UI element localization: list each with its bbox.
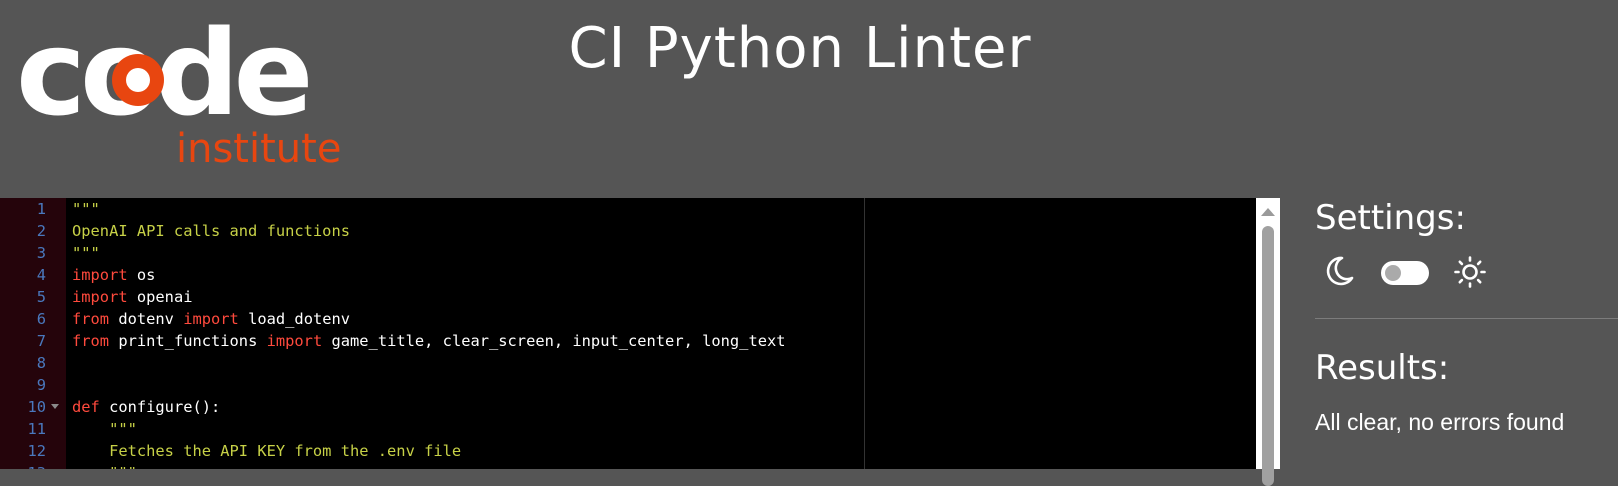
keyword-token: import	[183, 310, 239, 328]
sun-icon[interactable]	[1453, 255, 1487, 289]
code-token: openai	[127, 288, 193, 306]
code-text: def configure():	[72, 396, 220, 418]
line-number: 12	[27, 442, 46, 460]
code-text: """	[72, 242, 100, 264]
code-line[interactable]: 8	[0, 352, 1250, 374]
line-number: 10	[27, 398, 46, 416]
theme-toggle[interactable]	[1381, 261, 1429, 285]
code-line[interactable]: 7 from print_functions import game_title,…	[0, 330, 1250, 352]
code-line[interactable]: 2 OpenAI API calls and functions	[0, 220, 1250, 242]
code-line[interactable]: 6 from dotenv import load_dotenv	[0, 308, 1250, 330]
scroll-up-arrow-icon[interactable]	[1261, 208, 1275, 216]
line-number: 2	[36, 222, 46, 240]
header: code institute CI Python Linter	[0, 0, 1618, 198]
code-line[interactable]: 9	[0, 374, 1250, 396]
code-text: """	[72, 198, 100, 220]
code-text: """	[72, 418, 137, 440]
divider	[1315, 318, 1618, 319]
code-lines[interactable]: 1 """ 2 OpenAI API calls and functions 3 """ 4…	[0, 198, 1250, 469]
code-editor[interactable]: 1 """ 2 OpenAI API calls and functions 3 """ 4…	[0, 198, 1280, 469]
results-message: All clear, no errors found	[1315, 409, 1565, 435]
editor-scrollbar[interactable]	[1256, 198, 1280, 486]
code-text: from print_functions import game_title, …	[72, 330, 786, 352]
line-number: 6	[36, 310, 46, 328]
keyword-token: import	[72, 266, 128, 284]
code-text: OpenAI API calls and functions	[72, 220, 350, 242]
code-line[interactable]: 12 Fetches the API KEY from the .env fil…	[0, 440, 1250, 462]
code-text: Fetches the API KEY from the .env file	[72, 440, 461, 462]
page-title: CI Python Linter	[568, 16, 1032, 81]
keyword-token: from	[72, 310, 110, 328]
string-token: Fetches the API KEY from the .env file	[72, 442, 462, 460]
code-token: game_title, clear_screen, input_center, …	[322, 332, 786, 350]
toggle-knob	[1385, 265, 1401, 281]
code-token: os	[127, 266, 156, 284]
moon-icon[interactable]	[1322, 254, 1356, 288]
code-token: dotenv	[109, 310, 184, 328]
code-line[interactable]: 10 def configure():	[0, 396, 1250, 418]
code-line[interactable]: 11 """	[0, 418, 1250, 440]
line-number: 1	[36, 200, 46, 218]
code-text: """	[72, 462, 137, 469]
string-token: """	[72, 464, 137, 469]
code-text: from dotenv import load_dotenv	[72, 308, 350, 330]
side-panel: Settings: Results: All clear, no errors …	[1280, 198, 1618, 469]
line-number: 11	[27, 420, 46, 438]
line-number: 13	[0, 462, 46, 469]
svg-text:institute: institute	[176, 126, 341, 172]
string-token: OpenAI API calls and functions	[72, 222, 350, 240]
code-line[interactable]: 1 """	[0, 198, 1250, 220]
keyword-token: def	[72, 398, 100, 416]
line-number: 3	[36, 244, 46, 262]
code-text: import os	[72, 264, 155, 286]
code-line[interactable]: 5 import openai	[0, 286, 1250, 308]
fold-arrow-icon[interactable]	[51, 404, 59, 409]
string-token: """	[72, 420, 137, 438]
results-heading: Results:	[1315, 348, 1450, 388]
code-line[interactable]: 3 """	[0, 242, 1250, 264]
scroll-thumb[interactable]	[1262, 226, 1274, 486]
code-text: import openai	[72, 286, 192, 308]
keyword-token: import	[266, 332, 323, 350]
line-number: 4	[36, 266, 46, 284]
code-line[interactable]: 13 """	[0, 462, 1250, 469]
string-token: """	[72, 244, 100, 262]
code-line[interactable]: 4 import os	[0, 264, 1250, 286]
keyword-token: import	[72, 288, 128, 306]
line-number: 5	[36, 288, 46, 306]
line-number: 7	[36, 332, 46, 350]
line-number: 8	[36, 354, 46, 372]
settings-heading: Settings:	[1315, 198, 1466, 238]
line-number: 9	[36, 376, 46, 394]
code-token: load_dotenv	[238, 310, 351, 328]
code-token: print_functions	[109, 332, 267, 350]
keyword-token: from	[72, 332, 110, 350]
code-token: configure():	[99, 398, 221, 416]
string-token: """	[72, 200, 100, 218]
